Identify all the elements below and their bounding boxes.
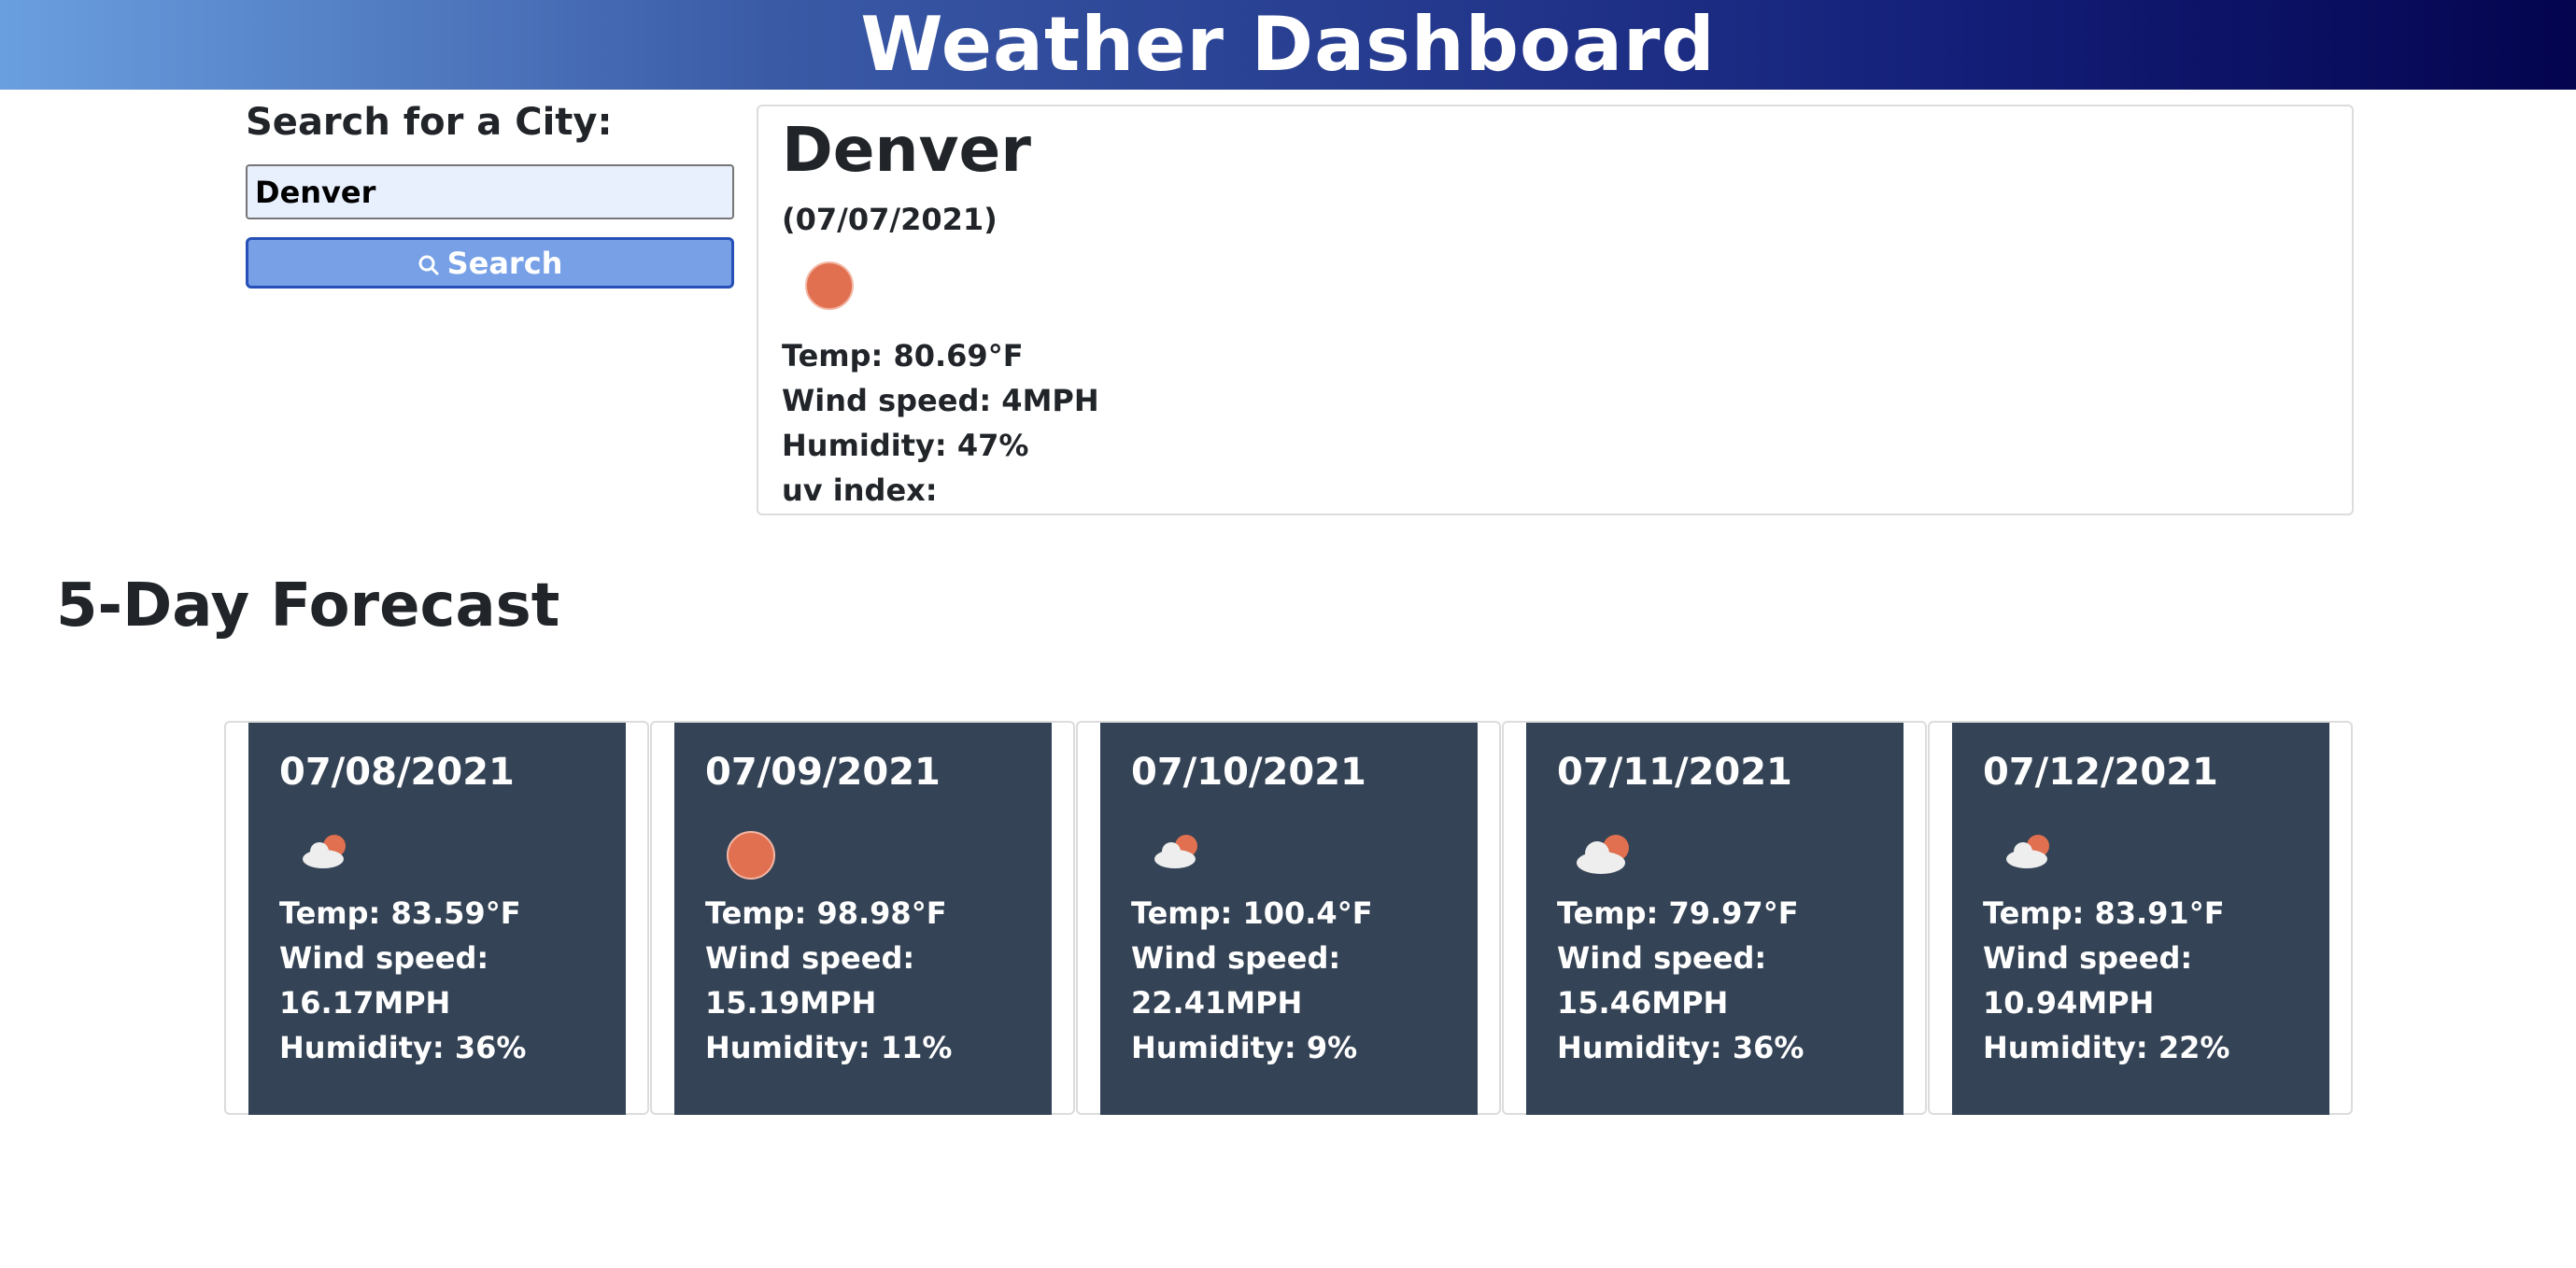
sun-icon [805,261,854,310]
search-button[interactable]: Search [246,237,734,289]
partly-cloudy-icon [1154,835,1197,868]
forecast-temp: Temp: 79.97°F [1557,895,1799,931]
forecast-wind-value: 15.46MPH [1557,985,1729,1021]
forecast-wind-value: 15.19MPH [705,985,877,1021]
current-city-name: Denver [782,114,1031,186]
search-button-label: Search [446,245,563,281]
forecast-wind-label: Wind speed: [279,940,489,976]
forecast-humidity: Humidity: 22% [1983,1030,2230,1065]
forecast-humidity: Humidity: 36% [1557,1030,1805,1065]
forecast-date: 07/11/2021 [1557,751,1792,794]
forecast-card-wrapper: 07/12/2021 Temp: 83.91°F Wind speed: 10.… [1928,721,2353,1115]
forecast-card-wrapper: 07/11/2021 Temp: 79.97°F Wind speed: 15.… [1502,721,1927,1115]
forecast-wind-label: Wind speed: [1131,940,1341,976]
page-title: Weather Dashboard [860,1,1716,88]
forecast-humidity: Humidity: 36% [279,1030,527,1065]
current-uv-index: uv index: [782,472,938,508]
forecast-humidity: Humidity: 11% [705,1030,953,1065]
sun-icon [727,831,775,880]
forecast-temp: Temp: 98.98°F [705,895,947,931]
forecast-wind-value: 10.94MPH [1983,985,2155,1021]
forecast-card: 07/11/2021 Temp: 79.97°F Wind speed: 15.… [1526,723,1904,1115]
forecast-date: 07/08/2021 [279,751,515,794]
forecast-humidity: Humidity: 9% [1131,1030,1358,1065]
forecast-temp: Temp: 100.4°F [1131,895,1373,931]
forecast-date: 07/10/2021 [1131,751,1366,794]
forecast-wind-label: Wind speed: [1983,940,2193,976]
current-temp: Temp: 80.69°F [782,338,1024,373]
partly-cloudy-icon [1577,835,1629,874]
forecast-date: 07/12/2021 [1983,751,2218,794]
forecast-wind-value: 16.17MPH [279,985,451,1021]
forecast-date: 07/09/2021 [705,751,941,794]
current-humidity: Humidity: 47% [782,428,1029,463]
forecast-card: 07/12/2021 Temp: 83.91°F Wind speed: 10.… [1952,723,2329,1115]
forecast-temp: Temp: 83.91°F [1983,895,2225,931]
forecast-card-wrapper: 07/10/2021 Temp: 100.4°F Wind speed: 22.… [1076,721,1501,1115]
forecast-card: 07/09/2021 Temp: 98.98°F Wind speed: 15.… [674,723,1052,1115]
forecast-wind-value: 22.41MPH [1131,985,1303,1021]
forecast-title: 5-Day Forecast [56,571,560,641]
forecast-temp: Temp: 83.59°F [279,895,521,931]
forecast-card-wrapper: 07/08/2021 Temp: 83.59°F Wind speed: 16.… [224,721,649,1115]
search-label: Search for a City: [246,101,613,144]
partly-cloudy-icon [303,835,346,868]
forecast-card: 07/08/2021 Temp: 83.59°F Wind speed: 16.… [248,723,626,1115]
partly-cloudy-icon [2006,835,2049,868]
search-icon [418,255,439,275]
page-header: Weather Dashboard [0,0,2576,90]
city-search-input[interactable] [246,164,734,219]
forecast-wind-label: Wind speed: [705,940,915,976]
current-date: (07/07/2021) [782,202,998,237]
forecast-card-wrapper: 07/09/2021 Temp: 98.98°F Wind speed: 15.… [650,721,1075,1115]
forecast-wind-label: Wind speed: [1557,940,1767,976]
forecast-card: 07/10/2021 Temp: 100.4°F Wind speed: 22.… [1100,723,1478,1115]
current-wind: Wind speed: 4MPH [782,383,1099,418]
current-weather-card: Denver (07/07/2021) Temp: 80.69°F Wind s… [757,105,2354,515]
